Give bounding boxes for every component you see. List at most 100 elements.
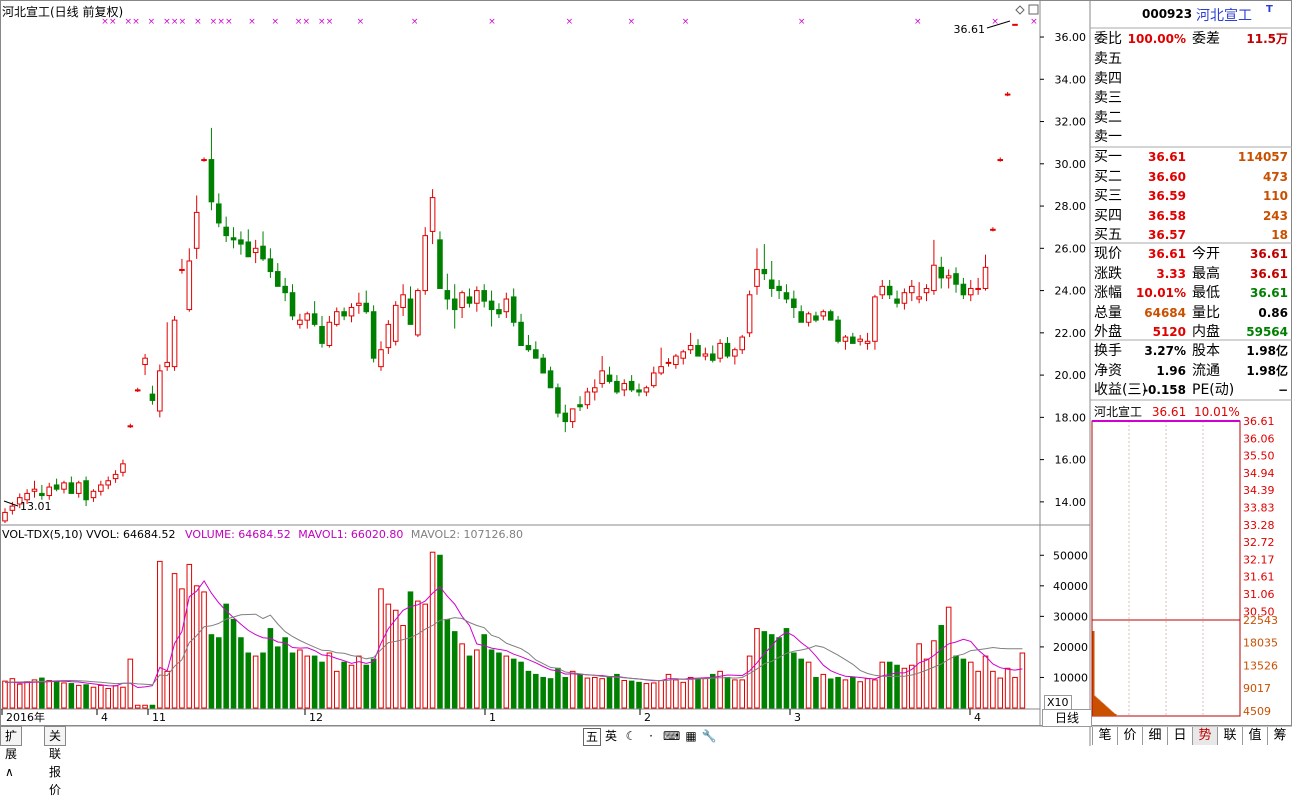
wubi-icon[interactable]: 五 xyxy=(583,728,601,746)
volume-bar xyxy=(680,681,687,709)
signal-marker: × xyxy=(179,17,187,27)
signal-marker: × xyxy=(628,17,636,27)
mini-price-tick: 31.61 xyxy=(1243,571,1275,584)
candle xyxy=(783,284,790,304)
candle xyxy=(415,288,421,338)
volume-bar xyxy=(518,661,524,709)
signal-marker: × xyxy=(295,17,303,27)
date-tick-label: 3 xyxy=(794,711,801,724)
dot-icon[interactable]: · xyxy=(643,728,659,744)
fund-value: 1.96 xyxy=(1156,363,1186,378)
sell-row: 卖五 xyxy=(1092,50,1290,69)
buy-price: 36.60 xyxy=(1148,169,1186,184)
candle xyxy=(260,231,266,261)
candle xyxy=(83,476,89,507)
volume-bar xyxy=(628,680,635,709)
signal-marker: × xyxy=(488,17,496,27)
candle xyxy=(422,227,429,295)
grid-icon[interactable]: ▦ xyxy=(683,728,699,744)
mini-price-tick: 36.61 xyxy=(1243,415,1275,428)
candle xyxy=(813,311,819,323)
mini-pct: 10.01% xyxy=(1194,405,1240,419)
candle xyxy=(385,320,392,354)
right-tab-4[interactable]: 势 xyxy=(1192,727,1217,745)
candle xyxy=(680,349,687,365)
candle xyxy=(533,341,539,359)
candle xyxy=(392,301,399,346)
candle xyxy=(46,482,53,500)
right-tab-0[interactable]: 笔 xyxy=(1092,727,1117,745)
price-tick-label: 24.00 xyxy=(1055,285,1087,298)
candle xyxy=(518,313,524,347)
mini-vol-tick: 4509 xyxy=(1243,705,1271,718)
candle xyxy=(909,280,915,302)
fund-label: 换手 xyxy=(1094,343,1122,359)
mini-price-tick: 32.72 xyxy=(1243,536,1275,549)
candle xyxy=(370,305,377,363)
fund-value: -0.158 xyxy=(1143,383,1186,397)
price-tick-label: 36.00 xyxy=(1055,31,1087,44)
right-tab-2[interactable]: 细 xyxy=(1142,727,1167,745)
volume-label: VOLUME: 64684.52 xyxy=(185,528,291,541)
volume-bar xyxy=(746,655,753,709)
fund-label-2: 股本 xyxy=(1192,343,1220,359)
volume-bar xyxy=(827,678,834,709)
candle xyxy=(636,383,642,397)
signal-marker: × xyxy=(566,17,574,27)
candle xyxy=(717,339,723,363)
right-tab-5[interactable]: 联 xyxy=(1217,727,1242,745)
mini-price-tick: 35.50 xyxy=(1243,450,1275,463)
right-tab-6[interactable]: 值 xyxy=(1242,727,1267,745)
candle xyxy=(98,480,104,496)
candle xyxy=(857,334,863,346)
right-tab-7[interactable]: 筹 xyxy=(1267,727,1292,745)
volume-bar xyxy=(437,554,443,709)
volume-bar xyxy=(540,676,546,709)
diamond-icon[interactable] xyxy=(1015,5,1025,15)
candle xyxy=(223,216,229,242)
keyboard-icon[interactable]: ⌨ xyxy=(663,728,680,744)
volume-bar xyxy=(429,551,436,709)
candle xyxy=(289,284,296,321)
fund-row: 净资 1.96 流通 1.98亿 xyxy=(1092,362,1290,381)
candle xyxy=(120,459,126,477)
volume-bar xyxy=(83,684,89,709)
volume-bar xyxy=(415,600,421,709)
volume-bar xyxy=(510,658,517,709)
candle xyxy=(429,189,436,245)
fund-label-2: 流通 xyxy=(1192,362,1220,379)
buy-level-label: 买一 xyxy=(1094,149,1122,165)
candle xyxy=(1004,91,1011,97)
volume-bar xyxy=(46,680,53,709)
volume-bar xyxy=(953,655,959,709)
candle xyxy=(923,284,930,302)
right-tab-1[interactable]: 价 xyxy=(1117,727,1142,745)
window-restore-icon[interactable] xyxy=(1028,4,1039,15)
signal-marker: × xyxy=(210,17,218,27)
tab-related-quotes[interactable]: 关联报价 xyxy=(44,726,67,797)
right-tab-3[interactable]: 日 xyxy=(1167,727,1192,745)
volume-bar xyxy=(1012,676,1018,709)
tab-expand[interactable]: 扩展∧ xyxy=(0,726,23,779)
price-tick-label: 32.00 xyxy=(1055,116,1087,129)
stock-name[interactable]: 河北宣工 xyxy=(1196,5,1252,25)
volume-bar xyxy=(857,681,863,709)
volume-bar xyxy=(466,655,473,709)
moon-icon[interactable]: ☾ xyxy=(623,728,639,744)
candle xyxy=(990,227,996,232)
english-icon[interactable]: 英 xyxy=(603,728,619,744)
candle xyxy=(164,322,170,371)
sell-level-label: 卖三 xyxy=(1094,90,1122,106)
signal-marker: × xyxy=(682,17,690,27)
candle xyxy=(850,332,856,344)
candle xyxy=(142,353,148,376)
period-label[interactable]: 日线 xyxy=(1042,709,1092,727)
wrench-icon[interactable]: 🔧 xyxy=(701,728,717,744)
candle xyxy=(319,315,325,348)
volume-bar xyxy=(157,560,163,709)
candle xyxy=(75,480,82,498)
signal-marker: × xyxy=(132,17,140,27)
signal-marker: × xyxy=(217,17,225,27)
signal-marker: × xyxy=(411,17,419,27)
volume-bar xyxy=(820,673,827,709)
